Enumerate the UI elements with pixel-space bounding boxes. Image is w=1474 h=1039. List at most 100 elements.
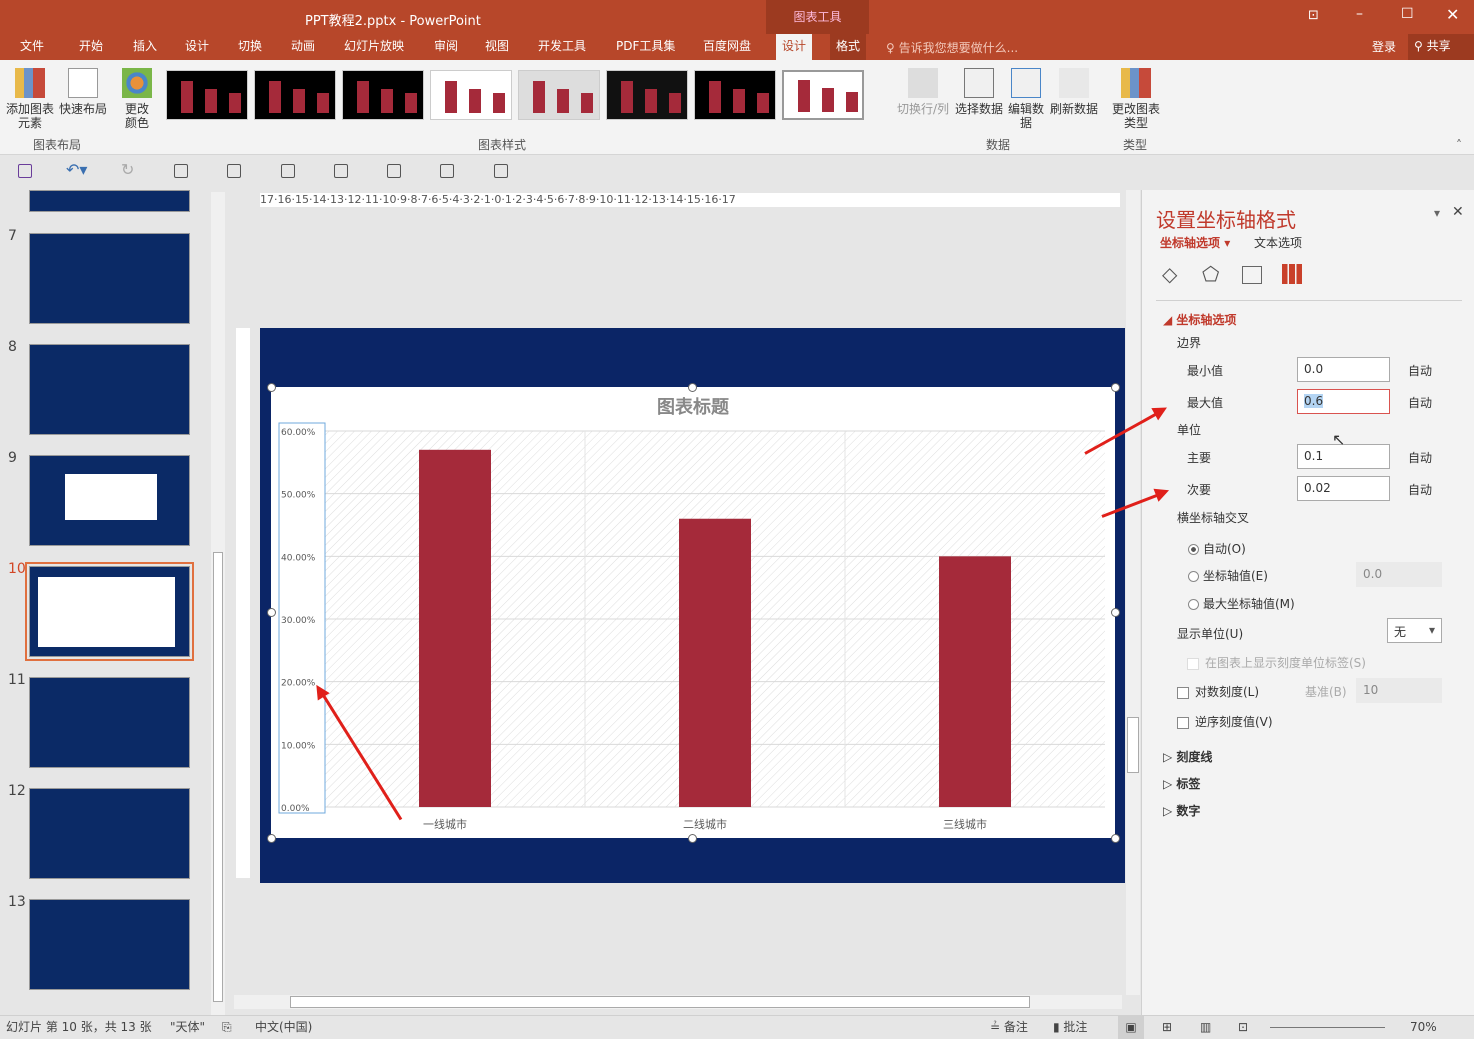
tab-3[interactable]: 设计: [179, 34, 215, 60]
tab-2[interactable]: 插入: [127, 34, 163, 60]
slide-thumb-partial[interactable]: [29, 190, 190, 212]
minor-unit-input[interactable]: 0.02: [1297, 476, 1390, 501]
chart-style-6[interactable]: [606, 70, 688, 120]
tab-9[interactable]: 开发工具: [532, 34, 592, 60]
slide-thumbnail[interactable]: [29, 455, 190, 546]
select-data-button[interactable]: 选择数据: [954, 68, 1004, 116]
slideshow-icon[interactable]: ⊡: [1238, 1016, 1248, 1039]
reverse-order-checkbox[interactable]: 逆序刻度值(V): [1177, 713, 1273, 730]
collapse-ribbon-icon[interactable]: ˄: [1456, 138, 1462, 152]
tab-4[interactable]: 切换: [232, 34, 268, 60]
refresh-data-button[interactable]: 刷新数据: [1048, 68, 1100, 116]
slide-thumbnail[interactable]: [29, 899, 190, 990]
tab-5[interactable]: 动画: [285, 34, 321, 60]
resize-handle[interactable]: [267, 608, 276, 617]
reading-view-icon[interactable]: ▥: [1200, 1016, 1211, 1039]
zoom-level[interactable]: 70%: [1410, 1016, 1437, 1039]
edit-data-button[interactable]: 编辑数据: [1006, 68, 1046, 130]
log-scale-checkbox[interactable]: 对数刻度(L): [1177, 683, 1259, 700]
max-bound-input[interactable]: 0.6: [1297, 389, 1390, 414]
radio-auto[interactable]: 自动(O): [1188, 540, 1246, 557]
section-labels[interactable]: ▷ 标签: [1163, 775, 1200, 792]
tab-axis-options[interactable]: 坐标轴选项 ▾: [1160, 234, 1230, 251]
tab-12[interactable]: 设计: [776, 34, 813, 60]
resize-handle[interactable]: [267, 383, 276, 392]
change-chart-type-button[interactable]: 更改图表类型: [1110, 68, 1162, 130]
radio-max-axis-value[interactable]: 最大坐标轴值(M): [1188, 595, 1295, 612]
effects-pentagon-icon[interactable]: ⬠: [1202, 262, 1219, 286]
slide-sorter-icon[interactable]: ⊞: [1162, 1016, 1172, 1039]
pane-options-icon[interactable]: ▾: [1434, 206, 1440, 220]
chart-style-7[interactable]: [694, 70, 776, 120]
section-number[interactable]: ▷ 数字: [1163, 802, 1200, 819]
resize-handle[interactable]: [267, 834, 276, 843]
maximize-button[interactable]: ☐: [1401, 6, 1414, 22]
slide-thumbnail[interactable]: [29, 677, 190, 768]
print-icon[interactable]: [440, 164, 454, 178]
fill-line-icon[interactable]: ◇: [1162, 262, 1177, 286]
switch-row-column-button[interactable]: 切换行/列: [895, 68, 951, 116]
language[interactable]: 中文(中国): [255, 1016, 312, 1039]
preview-icon[interactable]: [387, 164, 401, 178]
resize-handle[interactable]: [688, 383, 697, 392]
resize-handle[interactable]: [1111, 834, 1120, 843]
section-tick-marks[interactable]: ▷ 刻度线: [1163, 748, 1212, 765]
display-unit-select[interactable]: 无 ▾: [1387, 618, 1442, 643]
axis-options-icon[interactable]: [1282, 264, 1302, 284]
chart-style-4[interactable]: [430, 70, 512, 120]
spellcheck-icon[interactable]: ⎘: [222, 1016, 232, 1039]
radio-axis-value[interactable]: 坐标轴值(E): [1188, 567, 1268, 584]
ribbon-display-button[interactable]: ⊡: [1308, 8, 1319, 23]
tab-6[interactable]: 幻灯片放映: [338, 34, 410, 60]
resize-handle[interactable]: [1111, 383, 1120, 392]
comments-button[interactable]: ▮ 批注: [1053, 1016, 1087, 1039]
canvas-horizontal-scrollbar[interactable]: [234, 995, 1122, 1009]
link-icon[interactable]: [494, 164, 508, 178]
chart-style-5[interactable]: [518, 70, 600, 120]
slide-thumbnail[interactable]: [29, 233, 190, 324]
pane-close-icon[interactable]: ✕: [1452, 204, 1464, 220]
chart-style-3[interactable]: [342, 70, 424, 120]
redo-icon[interactable]: ↻: [121, 160, 134, 179]
share-button[interactable]: ⚲ 共享: [1408, 34, 1474, 60]
slide-thumbnail[interactable]: [25, 562, 194, 661]
normal-view-icon[interactable]: ▣: [1118, 1016, 1144, 1039]
close-button[interactable]: ✕: [1446, 5, 1459, 24]
chart-style-2[interactable]: [254, 70, 336, 120]
save-icon[interactable]: [18, 164, 32, 178]
resize-handle[interactable]: [688, 834, 697, 843]
min-bound-input[interactable]: 0.0: [1297, 357, 1390, 382]
resize-handle[interactable]: [1111, 608, 1120, 617]
add-chart-element-button[interactable]: 添加图表元素: [4, 68, 56, 130]
zoom-slider[interactable]: [1270, 1027, 1385, 1028]
quick-layout-button[interactable]: 快速布局: [58, 68, 108, 116]
tab-13[interactable]: 格式: [830, 34, 867, 60]
tab-7[interactable]: 审阅: [428, 34, 464, 60]
presenter-icon[interactable]: [334, 164, 348, 178]
tab-text-options[interactable]: 文本选项: [1254, 234, 1302, 251]
notes-button[interactable]: ≟ 备注: [990, 1016, 1028, 1039]
tab-11[interactable]: 百度网盘: [697, 34, 757, 60]
section-axis-options[interactable]: ◢ 坐标轴选项: [1163, 311, 1236, 328]
canvas-vertical-scrollbar[interactable]: [1126, 190, 1140, 995]
tab-1[interactable]: 开始: [73, 34, 109, 60]
chart-style-1[interactable]: [166, 70, 248, 120]
show-unit-label-checkbox[interactable]: 在图表上显示刻度单位标签(S): [1187, 654, 1366, 671]
tell-me-search[interactable]: ♀ 告诉我您想要做什么...: [886, 39, 1018, 56]
tab-0[interactable]: 文件: [14, 34, 50, 60]
slide-thumbnail[interactable]: [29, 788, 190, 879]
change-colors-button[interactable]: 更改颜色: [120, 68, 154, 130]
tab-10[interactable]: PDF工具集: [610, 34, 681, 60]
slides-scrollbar[interactable]: [211, 192, 225, 1015]
tab-8[interactable]: 视图: [479, 34, 515, 60]
axis-value-input[interactable]: 0.0: [1356, 562, 1442, 587]
chart-style-8[interactable]: [782, 70, 864, 120]
minimize-button[interactable]: –: [1356, 6, 1363, 22]
login-link[interactable]: 登录: [1372, 38, 1396, 55]
textbox-icon[interactable]: [227, 164, 241, 178]
slide-thumbnail[interactable]: [29, 344, 190, 435]
size-properties-icon[interactable]: [1242, 266, 1262, 284]
rehearse-icon[interactable]: [281, 164, 295, 178]
from-beginning-icon[interactable]: [174, 164, 188, 178]
base-input[interactable]: 10: [1356, 678, 1442, 703]
